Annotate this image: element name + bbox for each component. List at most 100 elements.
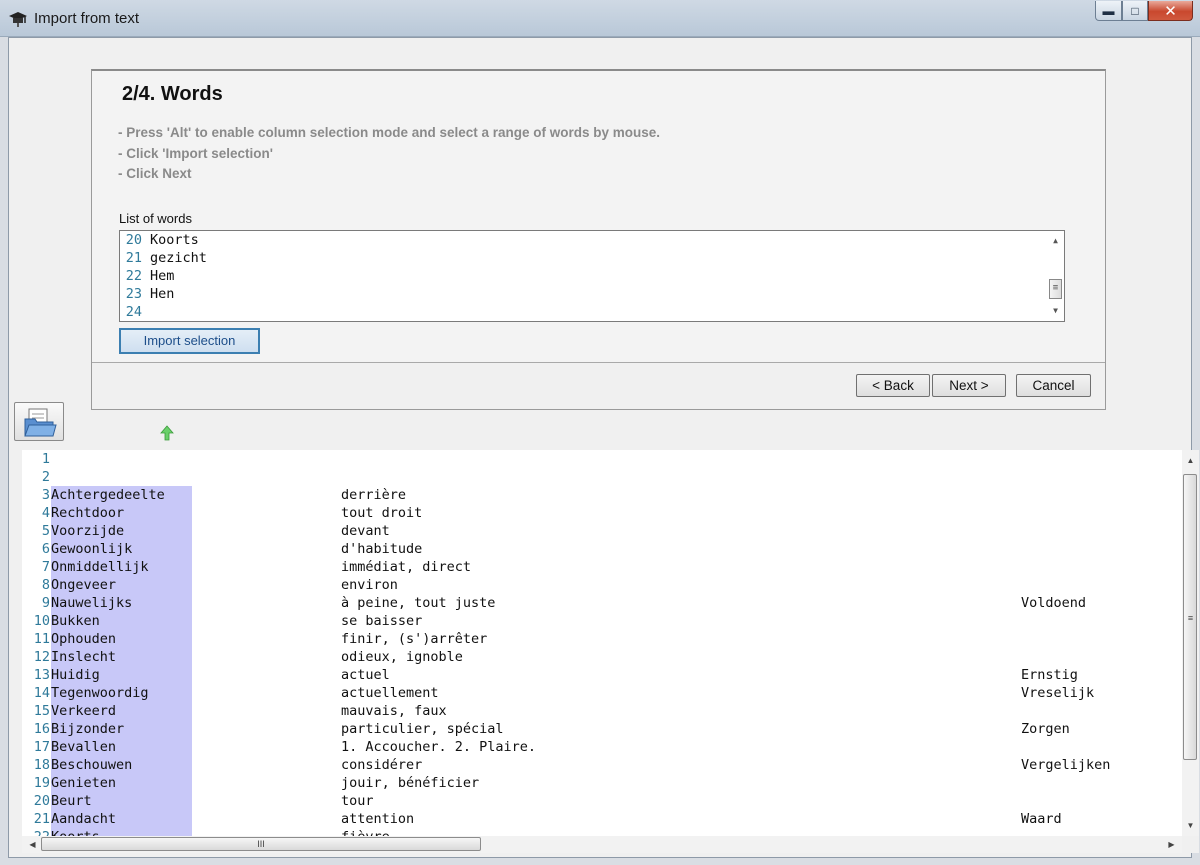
french-translation: environ [341, 577, 398, 593]
title-bar[interactable]: Import from text ▬ □ ✕ [0, 0, 1200, 37]
word-text: gezicht [150, 250, 207, 266]
dutch-word: Bukken [51, 612, 192, 630]
open-file-button[interactable] [14, 402, 64, 441]
dutch-word: Achtergedeelte [51, 486, 192, 504]
line-number: 21 [125, 250, 142, 266]
word-list-line: 22 Hem [120, 267, 1064, 285]
french-translation: à peine, tout juste [341, 595, 496, 611]
word-text: Bijzonder [51, 721, 125, 737]
editor-line: 17 Bevallen 1. Accoucher. 2. Plaire. [22, 738, 1182, 756]
word-text: Bukken [51, 613, 100, 629]
dutch-word: Ongeveer [51, 576, 192, 594]
next-button[interactable]: Next > [932, 374, 1006, 397]
dutch-word: Huidig [51, 666, 192, 684]
word-list-scrollbar[interactable]: ▲ ≡ ▼ [1047, 231, 1064, 321]
instruction-line: - Click 'Import selection' [118, 146, 273, 161]
word-text: Onmiddellijk [51, 559, 149, 575]
dutch-word: Rechtdoor [51, 504, 192, 522]
scroll-thumb[interactable]: III [41, 837, 481, 851]
word-text: Ophouden [51, 631, 117, 647]
green-up-arrow-icon [160, 425, 174, 441]
word-text: Hem [150, 268, 175, 284]
source-text-editor[interactable]: 1 2 3 Achtergedeelte derrière 4 Rechtdoor tout … [22, 450, 1182, 836]
line-number: 12 [33, 649, 50, 665]
cancel-button[interactable]: Cancel [1016, 374, 1091, 397]
editor-line: 11 Ophouden finir, (s')arrêter [22, 630, 1182, 648]
scroll-up-icon[interactable]: ▲ [1047, 233, 1064, 249]
editor-line: 12 Inslecht odieux, ignoble [22, 648, 1182, 666]
scroll-thumb[interactable]: ≡ [1049, 279, 1062, 299]
line-number: 9 [41, 595, 50, 611]
editor-vertical-scrollbar[interactable]: ▲ ≡ ▼ [1182, 450, 1199, 836]
extra-word: Zorgen [1021, 721, 1070, 737]
editor-line: 19 Genieten jouir, bénéficier [22, 774, 1182, 792]
editor-line: 6 Gewoonlijk d'habitude [22, 540, 1182, 558]
scroll-right-icon[interactable]: ▶ [1163, 836, 1180, 853]
french-translation: immédiat, direct [341, 559, 472, 575]
list-of-words-label: List of words [119, 211, 192, 226]
scroll-left-icon[interactable]: ◀ [24, 836, 41, 853]
instruction-line: - Press 'Alt' to enable column selection… [118, 125, 661, 140]
word-list-editor[interactable]: 20 Koorts 21 gezicht 22 Hem 23 Hen 24 ▲ ≡ ▼ [119, 230, 1065, 322]
line-number: 20 [125, 232, 142, 248]
word-text: Nauwelijks [51, 595, 133, 611]
line-number: 18 [33, 757, 50, 773]
french-translation: devant [341, 523, 390, 539]
close-button[interactable]: ✕ [1148, 1, 1193, 21]
french-translation: derrière [341, 487, 407, 503]
scroll-thumb[interactable]: ≡ [1183, 474, 1197, 760]
word-list-line: 21 gezicht [120, 249, 1064, 267]
maximize-icon: □ [1131, 3, 1139, 18]
extra-word: Waard [1021, 811, 1062, 827]
word-text: Beschouwen [51, 757, 133, 773]
line-number: 5 [41, 523, 50, 539]
line-number: 6 [41, 541, 50, 557]
french-translation: finir, (s')arrêter [341, 631, 488, 647]
editor-horizontal-scrollbar[interactable]: ◀ III ▶ [22, 836, 1182, 853]
extra-word: Vreselijk [1021, 685, 1095, 701]
line-number: 23 [125, 286, 142, 302]
word-text: Tegenwoordig [51, 685, 149, 701]
word-text: Koorts [150, 232, 199, 248]
word-text: Rechtdoor [51, 505, 125, 521]
dutch-word: Onmiddellijk [51, 558, 192, 576]
line-number: 2 [41, 469, 50, 485]
window-title: Import from text [34, 10, 140, 27]
editor-line: 20 Beurt tour [22, 792, 1182, 810]
french-translation: actuel [341, 667, 390, 683]
scroll-up-icon[interactable]: ▲ [1182, 452, 1199, 469]
dutch-word: Nauwelijks [51, 594, 192, 612]
line-number: 22 [125, 268, 142, 284]
dutch-word: Gewoonlijk [51, 540, 192, 558]
dutch-word: Inslecht [51, 648, 192, 666]
french-translation: jouir, bénéficier [341, 775, 480, 791]
line-number: 7 [41, 559, 50, 575]
scroll-down-icon[interactable]: ▼ [1047, 303, 1064, 319]
minimize-button[interactable]: ▬ [1095, 1, 1122, 21]
line-number: 13 [33, 667, 50, 683]
french-translation: d'habitude [341, 541, 423, 557]
line-number: 11 [33, 631, 50, 647]
back-button[interactable]: < Back [856, 374, 930, 397]
import-selection-button[interactable]: Import selection [119, 328, 260, 354]
word-text: Koorts [51, 829, 100, 836]
editor-line: 8 Ongeveer environ [22, 576, 1182, 594]
extra-word: Vergelijken [1021, 757, 1111, 773]
close-icon: ✕ [1164, 2, 1177, 20]
line-number: 14 [33, 685, 50, 701]
window-client: 2/4. Words - Press 'Alt' to enable colum… [8, 37, 1199, 858]
editor-line: 18 Beschouwen considérer Vergelijken [22, 756, 1182, 774]
word-text: Voorzijde [51, 523, 125, 539]
editor-line: 10 Bukken se baisser [22, 612, 1182, 630]
dutch-word: Bijzonder [51, 720, 192, 738]
line-number: 21 [33, 811, 50, 827]
editor-line: 1 [22, 450, 1182, 468]
line-number: 4 [41, 505, 50, 521]
maximize-button[interactable]: □ [1122, 1, 1148, 21]
scrollbar-corner [1182, 836, 1199, 853]
scroll-down-icon[interactable]: ▼ [1182, 817, 1199, 834]
editor-line: 7 Onmiddellijk immédiat, direct [22, 558, 1182, 576]
editor-line: 14 Tegenwoordig actuellement Vreselijk [22, 684, 1182, 702]
editor-line: 3 Achtergedeelte derrière [22, 486, 1182, 504]
french-translation: mauvais, faux [341, 703, 447, 719]
